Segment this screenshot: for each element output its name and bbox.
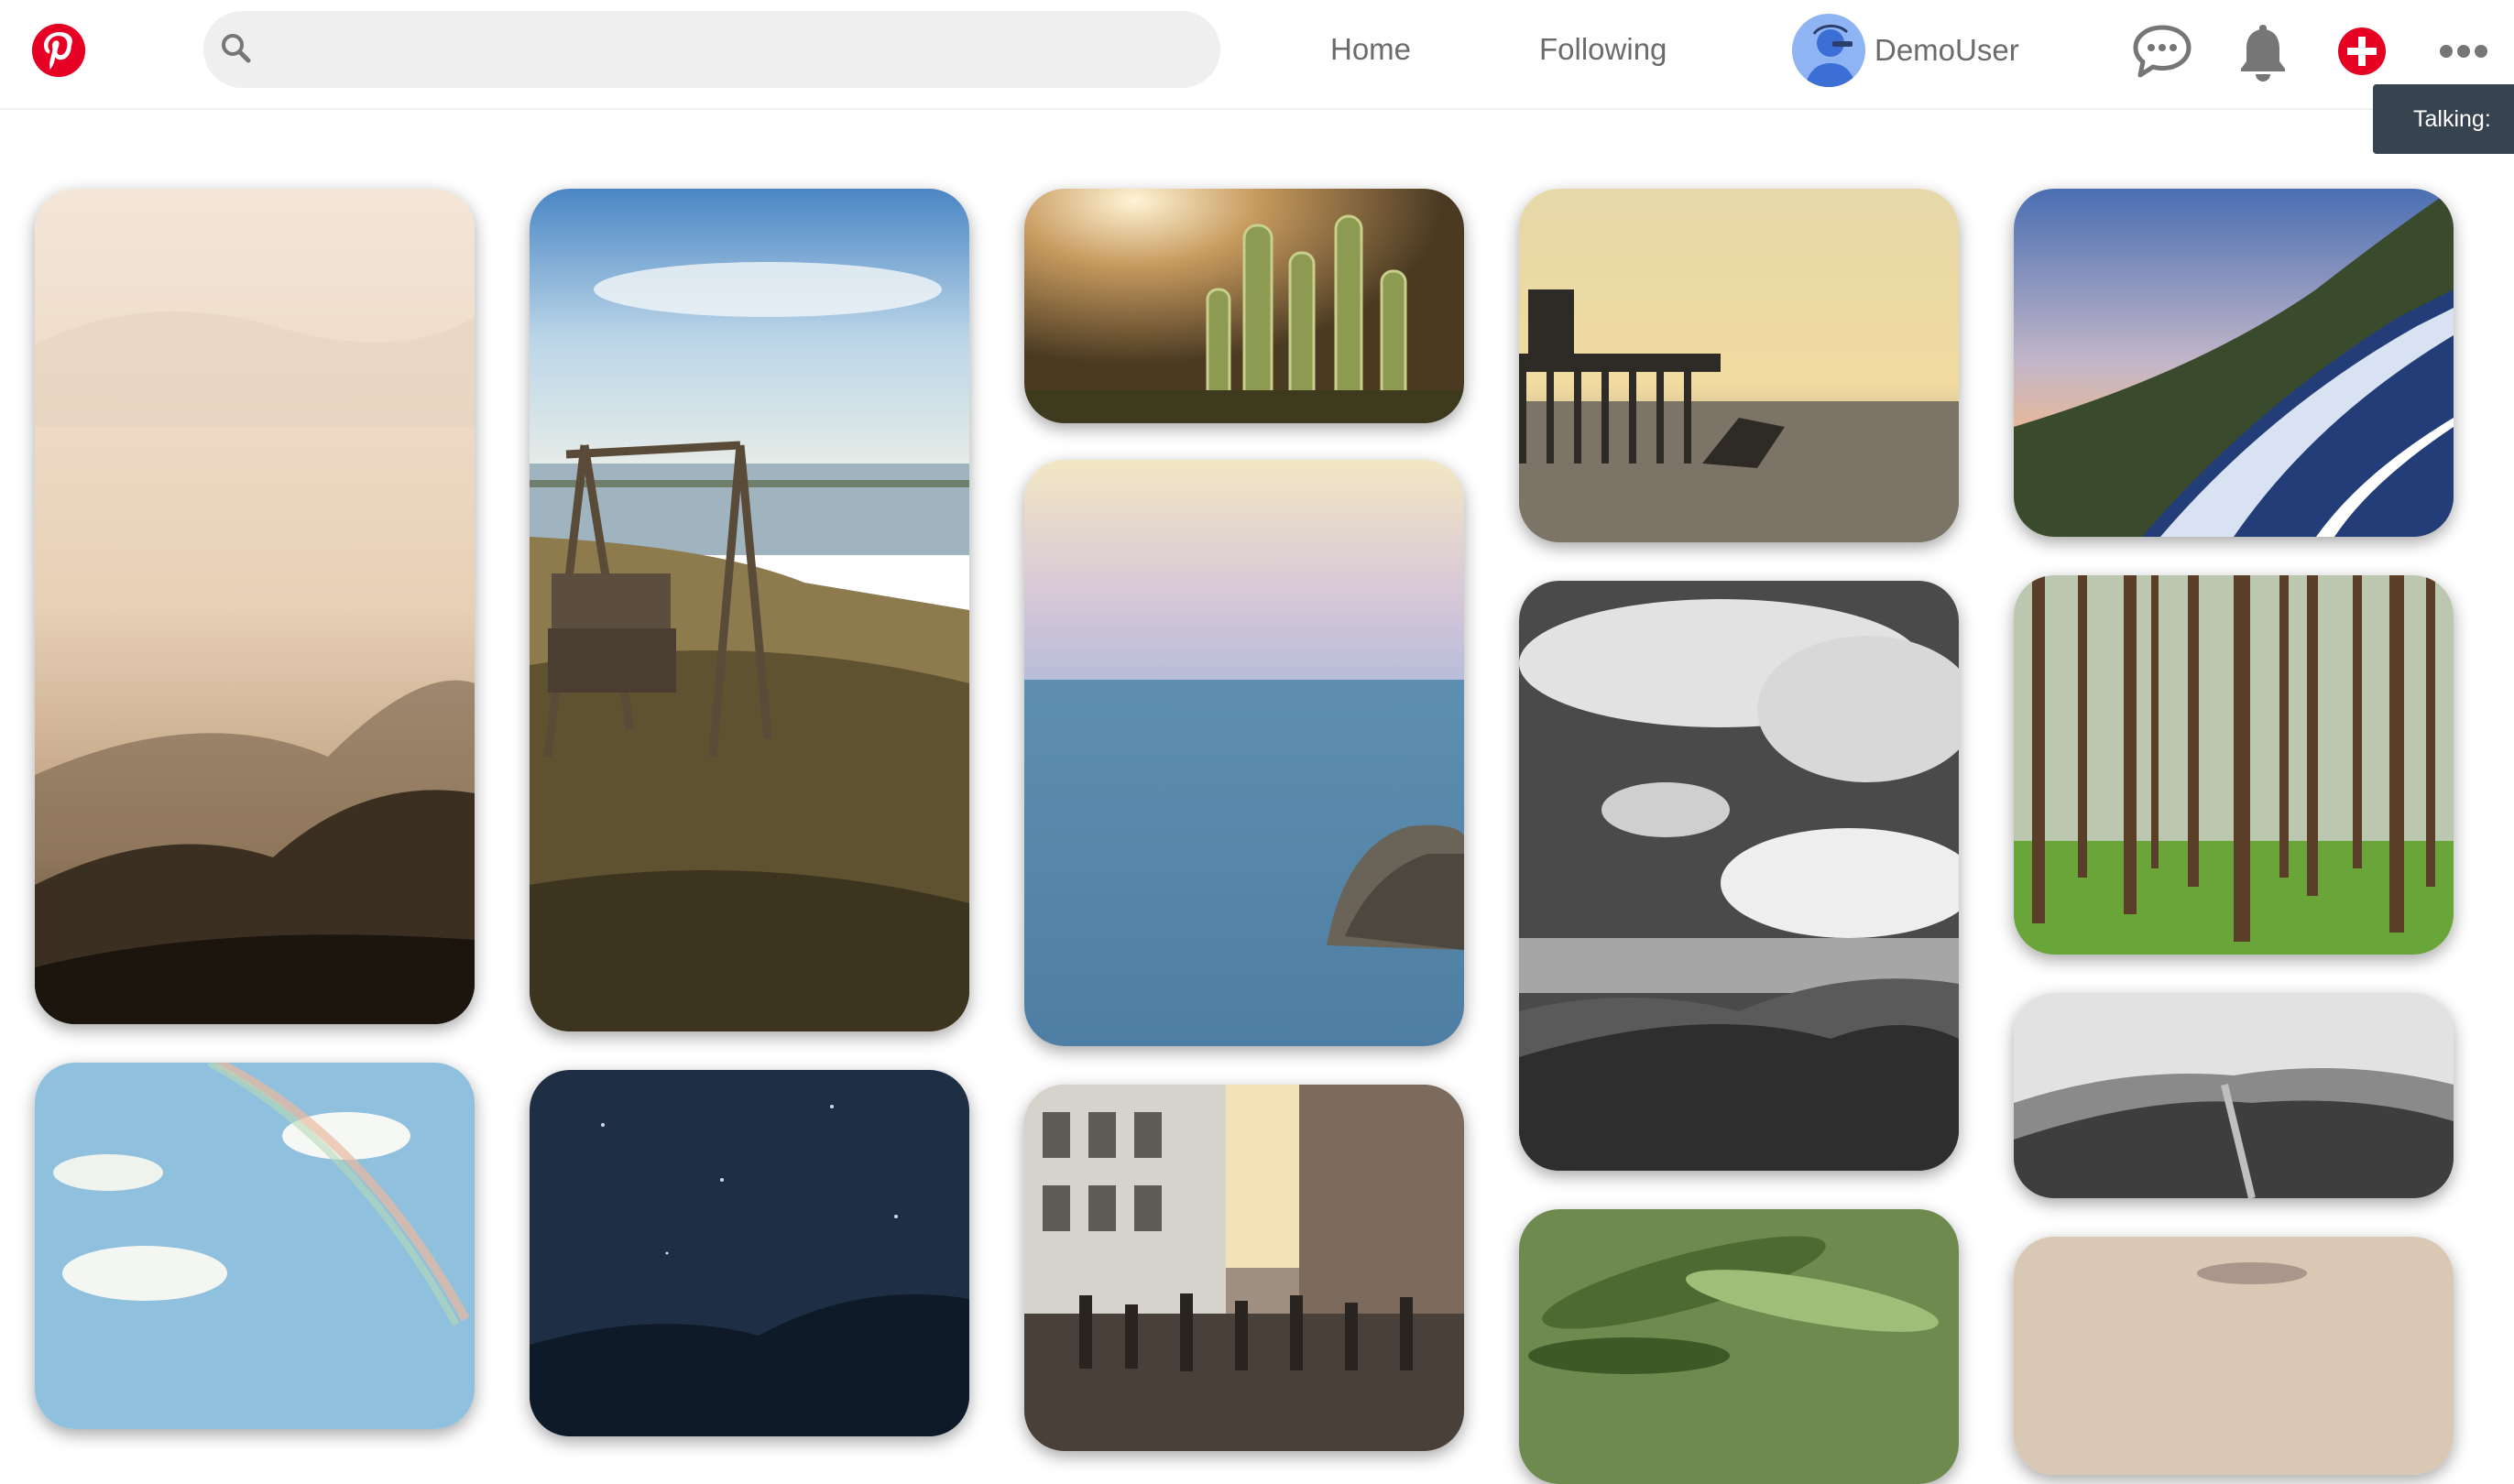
pin-pier[interactable] [1519, 189, 1959, 542]
pin-hill-path-bw[interactable] [2014, 993, 2454, 1198]
user-profile-link[interactable]: DemoUser [1792, 13, 2019, 88]
pin-green-leaves[interactable] [1519, 1209, 1959, 1484]
add-plus-icon[interactable] [2331, 20, 2393, 82]
pin-pine-forest[interactable] [2014, 575, 2454, 955]
search-icon [220, 32, 251, 68]
pin-mountain-road[interactable] [2014, 189, 2454, 537]
pin-swing-lake[interactable] [530, 189, 969, 1031]
search-bar[interactable] [203, 11, 1220, 88]
pin-clouds-bw[interactable] [1519, 581, 1959, 1171]
pin-city-street[interactable] [1024, 1085, 1464, 1451]
home-link[interactable]: Home [1330, 29, 1411, 70]
following-link[interactable]: Following [1539, 29, 1667, 70]
bell-icon[interactable] [2232, 20, 2294, 82]
pin-rainbow-sky[interactable] [35, 1063, 475, 1429]
top-navigation-bar: Home Following DemoUser [0, 0, 2514, 110]
more-dots-icon[interactable] [2432, 20, 2495, 82]
pin-cactus[interactable] [1024, 189, 1464, 423]
pin-night-sky[interactable] [530, 1070, 969, 1436]
avatar-icon [1792, 14, 1865, 87]
talking-tooltip: Talking: [2373, 84, 2514, 154]
chat-bubble-icon[interactable] [2131, 20, 2193, 82]
search-input[interactable] [269, 34, 1186, 65]
pinterest-logo-icon[interactable] [32, 24, 85, 77]
username-label: DemoUser [1875, 33, 2019, 67]
pin-sand[interactable] [2014, 1237, 2454, 1475]
pin-foggy-mountains[interactable] [35, 189, 475, 1024]
pin-ocean-rock[interactable] [1024, 460, 1464, 1046]
